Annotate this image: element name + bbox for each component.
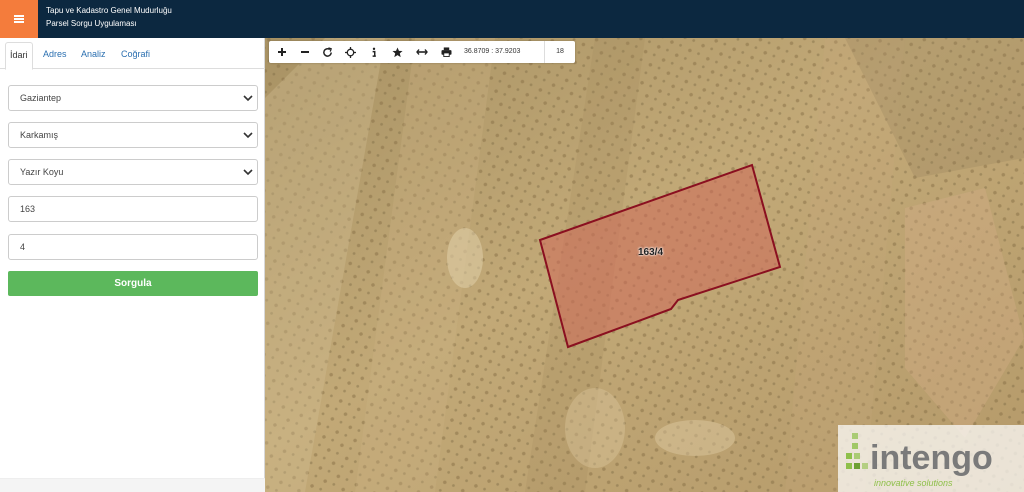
sidebar-footer (0, 478, 265, 492)
chevron-down-icon (243, 132, 253, 139)
logo-mark-icon (846, 433, 868, 469)
ada-input[interactable]: 163 (8, 196, 258, 222)
parcel-label: 163/4 (638, 247, 664, 258)
tab-cografi[interactable]: Coğrafi (117, 42, 154, 69)
ada-input-value: 163 (20, 204, 36, 214)
parsel-input-value: 4 (20, 242, 26, 252)
tab-analiz[interactable]: Analiz (77, 42, 110, 69)
star-icon[interactable] (386, 41, 409, 63)
logo-wordmark: intengo (870, 439, 993, 477)
parsel-input[interactable]: 4 (8, 234, 258, 260)
app-title-line2: Parsel Sorgu Uygulaması (46, 19, 137, 28)
app-title-line1: Tapu ve Kadastro Genel Mudurluğu (46, 6, 172, 15)
logo-tagline: innovative solutions (874, 478, 953, 488)
sorgula-button[interactable]: Sorgula (8, 271, 258, 296)
plus-icon[interactable] (270, 41, 293, 63)
measure-icon[interactable] (410, 41, 433, 63)
il-select[interactable]: Gaziantep (8, 85, 258, 111)
map-view[interactable]: 163/4 36.8709 : 37.9203 18 intengo innov… (265, 38, 1024, 492)
locate-icon[interactable] (339, 41, 362, 63)
info-icon[interactable] (362, 41, 385, 63)
ilce-select[interactable]: Karkamış (8, 122, 258, 148)
parcel-polygon[interactable] (265, 38, 1024, 492)
ilce-select-value: Karkamış (20, 130, 59, 140)
mahalle-select-value: Yazır Koyu (20, 167, 64, 177)
chevron-down-icon (243, 169, 253, 176)
app-header: Tapu ve Kadastro Genel Mudurluğu Parsel … (0, 0, 1024, 38)
refresh-icon[interactable] (316, 41, 339, 63)
tab-bar: İdari Adres Analiz Coğrafi (0, 38, 265, 70)
il-select-value: Gaziantep (20, 93, 62, 103)
sidebar: İdari Adres Analiz Coğrafi Gaziantep Kar… (0, 38, 265, 492)
map-toolbar: 36.8709 : 37.9203 18 (269, 41, 575, 63)
print-icon[interactable] (435, 41, 458, 63)
zoom-level: 18 (544, 41, 575, 63)
coordinate-readout: 36.8709 : 37.9203 (464, 48, 521, 55)
menu-button[interactable] (0, 0, 38, 38)
mahalle-select[interactable]: Yazır Koyu (8, 159, 258, 185)
chevron-down-icon (243, 95, 253, 102)
app-title: Tapu ve Kadastro Genel Mudurluğu Parsel … (46, 4, 172, 30)
minus-icon[interactable] (293, 41, 316, 63)
intengo-logo: intengo innovative solutions (838, 425, 1024, 492)
tab-idari[interactable]: İdari (5, 42, 33, 70)
hamburger-icon (14, 15, 24, 23)
tab-adres[interactable]: Adres (39, 42, 71, 69)
